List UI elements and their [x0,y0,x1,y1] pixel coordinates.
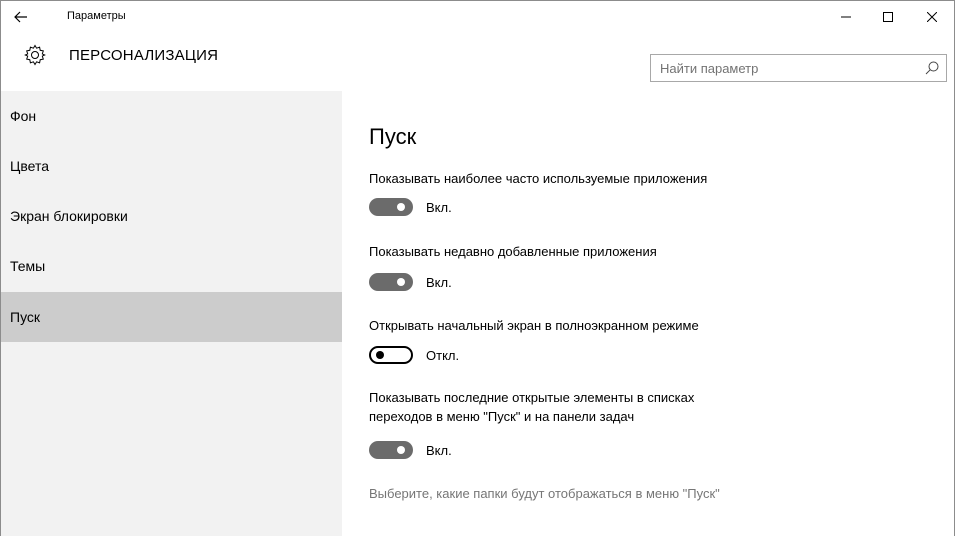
settings-header: ПЕРСОНАЛИЗАЦИЯ Найти параметр [1,33,954,91]
toggle-row-recent-items: Вкл. [369,441,452,459]
toggle-state-text: Вкл. [426,442,452,458]
search-placeholder: Найти параметр [660,61,759,76]
close-button[interactable] [912,1,952,33]
toggle-state-text: Вкл. [426,274,452,290]
minimize-button[interactable] [826,1,866,33]
sidebar: Фон Цвета Экран блокировки Темы Пуск [1,91,342,536]
setting-label-recent-items-line2: переходов в меню "Пуск" и на панели зада… [369,409,635,424]
setting-label-fullscreen-start: Открывать начальный экран в полноэкранно… [369,318,699,333]
toggle-row-fullscreen-start: Откл. [369,346,459,364]
minimize-icon [841,16,851,18]
toggle-knob [397,446,405,454]
sidebar-item-label: Фон [10,108,37,124]
settings-window: Параметры ПЕРСОНАЛИЗАЦИЯ Найти параметр [0,0,955,536]
maximize-icon [883,12,893,22]
sidebar-item-label: Пуск [10,309,41,325]
search-input[interactable]: Найти параметр [650,54,947,82]
maximize-button[interactable] [868,1,908,33]
toggle-row-frequent-apps: Вкл. [369,198,452,216]
sidebar-item-label: Цвета [10,158,49,174]
back-button[interactable] [7,5,35,29]
sidebar-item-label: Темы [10,258,46,274]
sidebar-item-label: Экран блокировки [10,208,128,224]
toggle-state-text: Вкл. [426,199,452,215]
setting-label-recent-items-line1: Показывать последние открытые элементы в… [369,390,695,405]
toggle-knob [397,203,405,211]
toggle-knob [376,351,384,359]
toggle-frequent-apps[interactable] [369,198,413,216]
setting-label-frequent-apps: Показывать наиболее часто используемые п… [369,171,708,186]
toggle-state-text: Откл. [426,347,460,363]
choose-folders-link[interactable]: Выберите, какие папки будут отображаться… [369,486,720,501]
search-icon[interactable] [924,60,940,76]
gear-icon [24,44,46,66]
back-arrow-icon [14,11,27,23]
window-title: Параметры [67,10,126,22]
title-bar: Параметры [1,1,954,33]
sidebar-item-themes[interactable]: Темы [1,241,342,291]
toggle-knob [397,278,405,286]
toggle-row-recent-apps: Вкл. [369,273,452,291]
close-icon [927,12,937,22]
section-heading: Пуск [369,124,417,149]
main-content: Пуск Показывать наиболее часто используе… [342,91,954,536]
toggle-fullscreen-start[interactable] [369,346,413,364]
sidebar-item-colors[interactable]: Цвета [1,141,342,191]
sidebar-item-background[interactable]: Фон [1,91,342,141]
setting-label-recent-apps: Показывать недавно добавленные приложени… [369,244,657,259]
sidebar-item-lock-screen[interactable]: Экран блокировки [1,191,342,241]
toggle-recent-apps[interactable] [369,273,413,291]
toggle-recent-items[interactable] [369,441,413,459]
sidebar-item-start[interactable]: Пуск [1,292,342,342]
page-title: ПЕРСОНАЛИЗАЦИЯ [69,47,219,64]
